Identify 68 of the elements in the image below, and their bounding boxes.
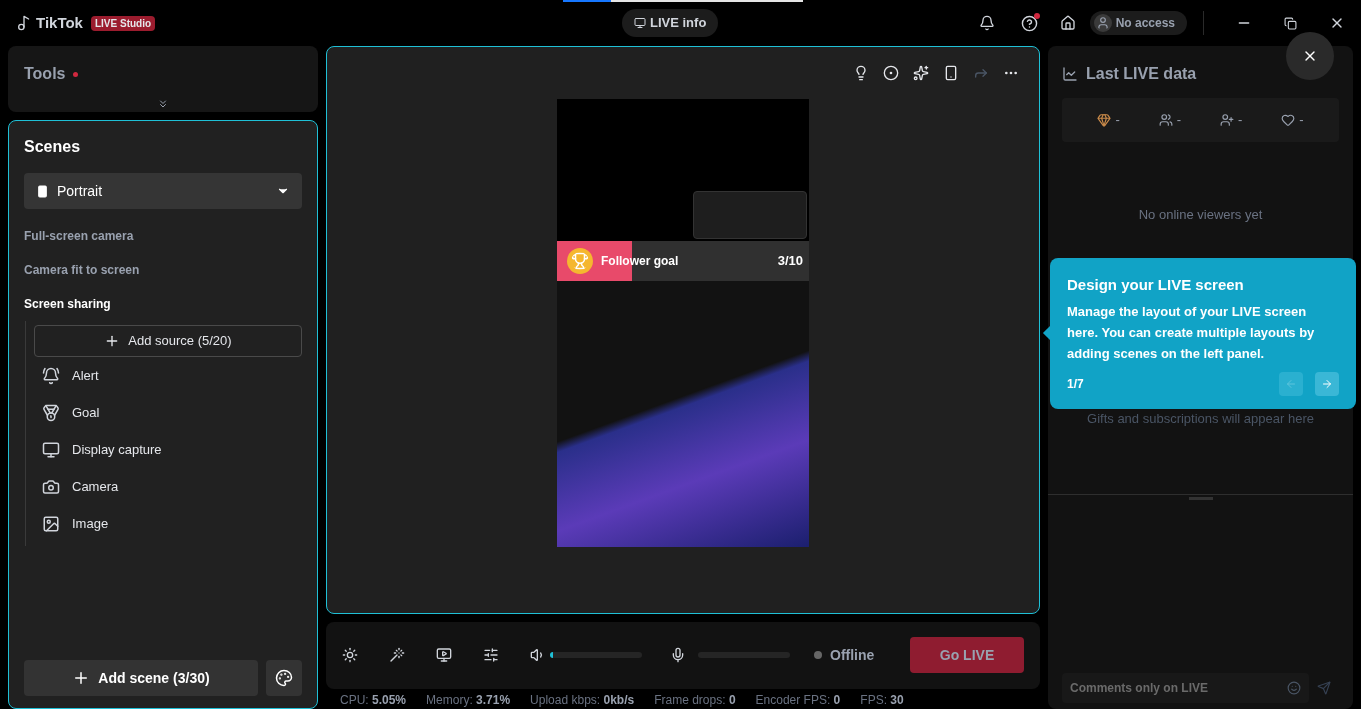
layout-dropdown[interactable]: Portrait	[24, 173, 302, 209]
tour-body: Manage the layout of your LIVE screen here. You can create multiple layouts by adding scenes on the left panel.	[1067, 302, 1316, 363]
gifts-icon	[1097, 113, 1112, 127]
phone-icon	[36, 184, 49, 198]
scene-item[interactable]: Screen sharing	[24, 287, 302, 321]
stat-text: Encoder FPS: 0	[755, 692, 841, 709]
display-icon	[42, 441, 60, 459]
home-icon[interactable]	[1059, 15, 1076, 31]
magic-wand-icon[interactable]	[389, 647, 405, 664]
tools-title: Tools	[24, 64, 66, 84]
brightness-icon[interactable]	[342, 647, 358, 664]
empty-message: Gifts and subscriptions will appear here	[1086, 409, 1315, 428]
stat-text: Upload kbps: 0kb/s	[530, 692, 635, 709]
studio-badge: LIVE Studio	[90, 15, 156, 31]
comment-field[interactable]: Comments only on LIVE	[1062, 673, 1309, 703]
phone-icon[interactable]	[943, 65, 959, 81]
empty-message: No online viewers yet	[1137, 206, 1264, 224]
viewers-icon	[1158, 113, 1173, 127]
alert-icon	[42, 367, 60, 385]
metric-value: -	[1176, 111, 1182, 130]
app-name: TikTok	[36, 12, 83, 33]
live-status: Offline	[830, 645, 875, 665]
metric-value: -	[1237, 111, 1243, 130]
notification-icon[interactable]	[978, 15, 995, 31]
microphone-icon[interactable]	[670, 647, 686, 664]
tour-title: Design your LIVE screen	[1067, 275, 1245, 295]
image-icon	[42, 515, 60, 533]
source-item[interactable]: Camera	[72, 477, 119, 497]
record-icon[interactable]	[883, 65, 899, 81]
arrow-right-icon	[1321, 377, 1333, 390]
palette-icon	[275, 669, 293, 687]
metric-value: -	[1115, 111, 1120, 130]
tour-step: 1/7	[1067, 374, 1279, 393]
chart-icon	[1062, 66, 1078, 82]
arrow-left-icon	[1285, 377, 1297, 390]
followers-icon	[1219, 113, 1234, 127]
goal-count: 3/10	[777, 252, 803, 271]
theme-button[interactable]	[266, 660, 302, 696]
stat-text: Memory: 3.71%	[426, 692, 511, 709]
screen-icon[interactable]	[436, 647, 452, 664]
add-scene-button[interactable]: Add scene (3/30)	[24, 660, 258, 696]
source-item[interactable]: Alert	[72, 366, 99, 386]
add-source-button[interactable]: Add source (5/20)	[34, 325, 302, 357]
avatar-icon	[1093, 14, 1112, 32]
scenes-title: Scenes	[24, 137, 82, 157]
source-item[interactable]: Goal	[72, 403, 100, 423]
likes-icon	[1281, 113, 1296, 127]
source-item[interactable]: Image	[72, 514, 109, 534]
source-item[interactable]: Display capture	[72, 440, 162, 460]
camera-icon	[42, 478, 60, 496]
sparkle-icon[interactable]	[913, 65, 929, 81]
metric-value: -	[1299, 111, 1304, 130]
panel-title: Last LIVE data	[1086, 64, 1197, 84]
goal-icon	[42, 404, 60, 422]
lightbulb-icon[interactable]	[853, 65, 869, 81]
stat-text: Frame drops: 0	[654, 692, 736, 709]
account-button[interactable]: No access	[1089, 11, 1187, 35]
restore-icon[interactable]	[1284, 16, 1297, 30]
resize-handle[interactable]	[1188, 497, 1213, 500]
close-tour-button[interactable]	[1286, 32, 1334, 80]
sliders-icon[interactable]	[483, 647, 499, 664]
help-icon[interactable]	[1020, 14, 1038, 32]
live-info-button[interactable]: LIVE info	[622, 9, 719, 37]
stat-text: FPS: 30	[860, 692, 904, 709]
scene-item[interactable]: Camera fit to screen	[24, 253, 302, 287]
stat-text: CPU: 5.05%	[340, 692, 407, 709]
scene-item[interactable]: Full-screen camera	[24, 219, 302, 253]
expand-icon[interactable]	[157, 98, 169, 110]
